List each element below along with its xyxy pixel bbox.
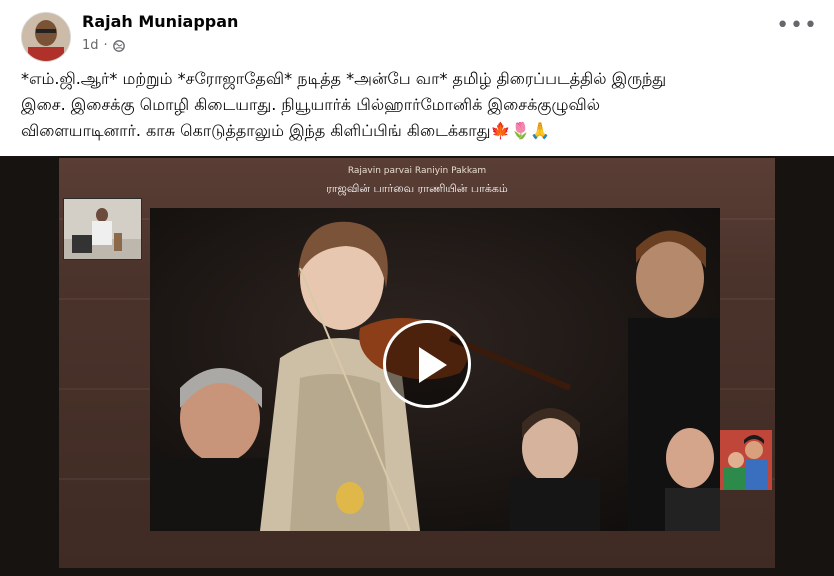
video-player[interactable]: Rajavin parvai Raniyin Pakkam ராஜவின் பா… — [0, 156, 834, 576]
post-text: *எம்.ஜி.ஆர்* மற்றும் *சரோஜாதேவி* நடித்த … — [21, 69, 667, 140]
post-timestamp[interactable]: 1d — [82, 38, 99, 53]
video-title-english: Rajavin parvai Raniyin Pakkam — [347, 166, 487, 176]
inset-image-left — [63, 198, 142, 260]
more-options-icon[interactable]: ••• — [776, 15, 818, 37]
author-name[interactable]: Rajah Muniappan — [82, 12, 238, 31]
video-title-tamil: ராஜவின் பார்வை ராணியின் பாக்கம் — [326, 182, 508, 195]
globe-icon[interactable] — [112, 39, 125, 52]
post-header: Rajah Muniappan 1d · ••• — [0, 0, 834, 66]
post-meta: 1d · — [82, 38, 125, 53]
inset-image-right — [720, 430, 772, 490]
author-avatar[interactable] — [21, 12, 71, 62]
play-icon[interactable] — [383, 320, 471, 408]
